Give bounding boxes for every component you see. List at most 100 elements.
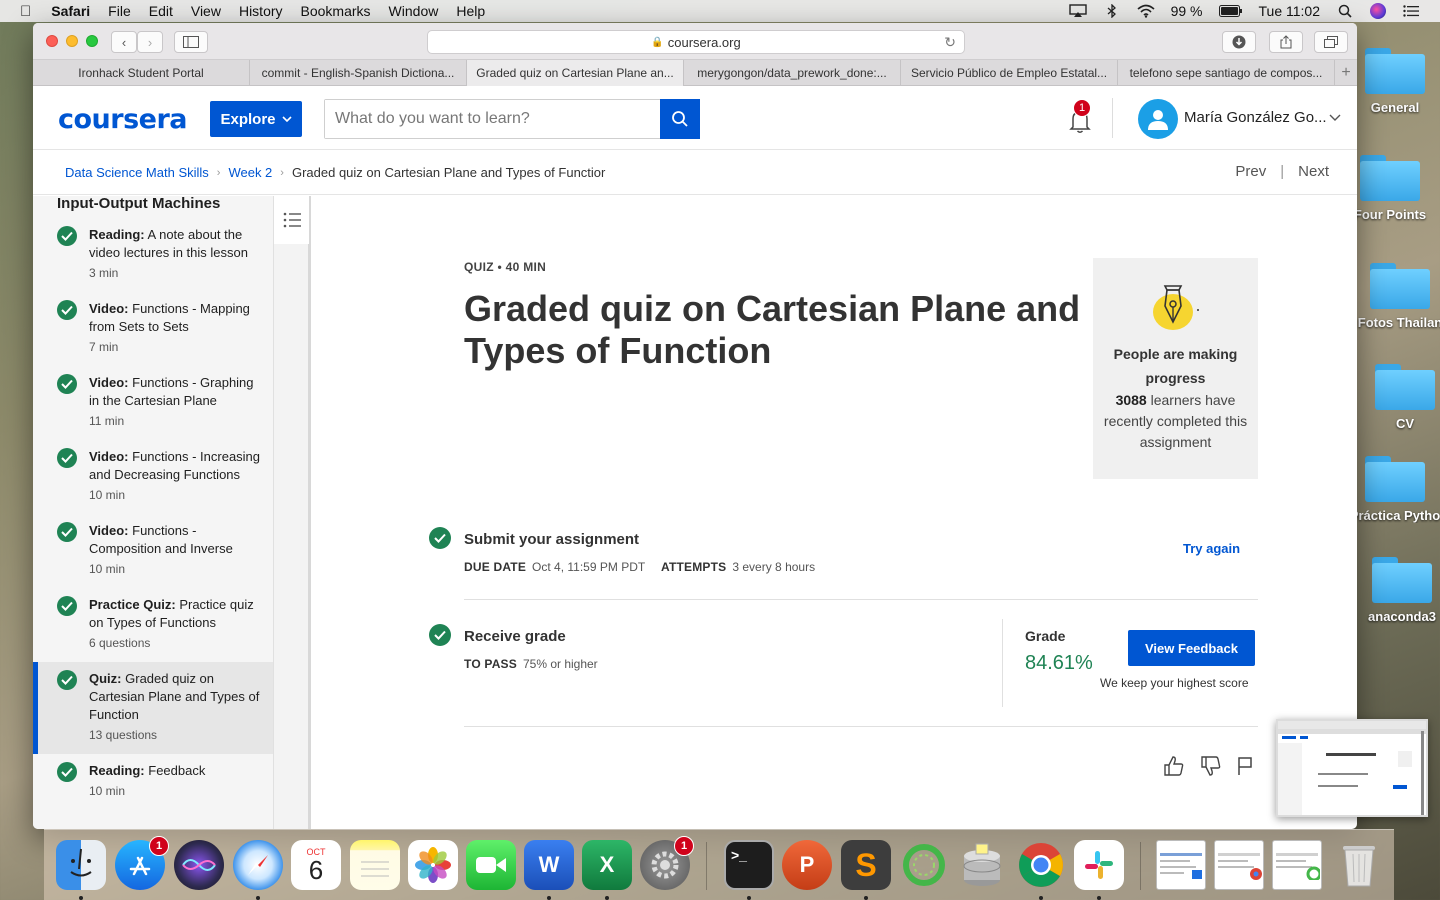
- finder-icon[interactable]: [56, 840, 106, 890]
- menu-app-name[interactable]: Safari: [51, 3, 90, 19]
- sidebar-item[interactable]: Reading: Feedback 10 min: [33, 754, 273, 810]
- menu-clock[interactable]: Tue 11:02: [1259, 3, 1321, 19]
- completed-check-icon: [57, 374, 77, 394]
- close-window-button[interactable]: [46, 35, 58, 47]
- sidebar-item[interactable]: Reading: A note about the video lectures…: [33, 218, 273, 292]
- menu-edit[interactable]: Edit: [149, 3, 173, 19]
- desktop-folder-fotos-thailan[interactable]: Fotos Thailan: [1350, 263, 1440, 330]
- forward-button[interactable]: ›: [137, 31, 163, 53]
- menu-bookmarks[interactable]: Bookmarks: [301, 3, 371, 19]
- disk-utility-icon[interactable]: [957, 840, 1007, 890]
- notification-center-icon[interactable]: [1402, 4, 1420, 18]
- powerpoint-icon[interactable]: P: [782, 840, 832, 890]
- learner-count: 3088: [1115, 392, 1147, 408]
- calendar-icon[interactable]: OCT 6: [291, 840, 341, 890]
- desktop-folder-general[interactable]: General: [1345, 48, 1440, 115]
- coursera-logo[interactable]: coursera: [58, 104, 188, 135]
- nav-divider: |: [1280, 163, 1285, 180]
- recent-document-icon[interactable]: [1214, 840, 1264, 890]
- sublime-text-icon[interactable]: S: [841, 840, 891, 890]
- menu-view[interactable]: View: [191, 3, 221, 19]
- reload-icon[interactable]: ↻: [944, 34, 956, 51]
- sidebar-item[interactable]: Video: Functions - Composition and Inver…: [33, 514, 273, 588]
- notifications-button[interactable]: 1: [1068, 99, 1092, 134]
- terminal-icon[interactable]: >_: [724, 840, 774, 890]
- tab-github[interactable]: merygongon/data_prework_done:...: [684, 60, 901, 86]
- breadcrumb: Data Science Math Skills › Week 2 › Grad…: [65, 165, 605, 180]
- dislike-button[interactable]: [1199, 754, 1223, 778]
- user-name[interactable]: María González Go...: [1184, 109, 1327, 126]
- desktop-folder-cv[interactable]: CV: [1355, 364, 1440, 431]
- sidebar-item[interactable]: Practice Quiz: Practice quiz on Types of…: [33, 588, 273, 662]
- app-store-icon[interactable]: 1: [115, 836, 169, 890]
- breadcrumb-course[interactable]: Data Science Math Skills: [65, 165, 209, 180]
- facetime-icon[interactable]: [466, 840, 516, 890]
- safari-icon[interactable]: [233, 840, 283, 890]
- slack-icon[interactable]: [1074, 840, 1124, 890]
- new-tab-button[interactable]: +: [1335, 60, 1357, 85]
- trash-icon[interactable]: [1334, 840, 1384, 890]
- bluetooth-icon[interactable]: [1103, 4, 1121, 18]
- report-button[interactable]: [1233, 754, 1257, 778]
- desktop-folder-anaconda3[interactable]: anaconda3: [1352, 557, 1440, 624]
- back-button[interactable]: ‹: [111, 31, 137, 53]
- address-bar[interactable]: 🔒 coursera.org ↻: [427, 30, 965, 54]
- system-preferences-icon[interactable]: 1: [640, 836, 694, 890]
- quiz-main: QUIZ • 40 MIN Graded quiz on Cartesian P…: [315, 196, 1357, 829]
- menu-window[interactable]: Window: [389, 3, 439, 19]
- desktop-folder-practica-python[interactable]: Práctica Pytho: [1345, 456, 1440, 523]
- battery-icon[interactable]: [1218, 4, 1243, 18]
- menu-help[interactable]: Help: [456, 3, 485, 19]
- sidebar-item-meta: 6 questions: [89, 636, 151, 650]
- chrome-icon[interactable]: [1016, 840, 1066, 890]
- screenshot-preview-thumbnail[interactable]: [1276, 719, 1428, 817]
- apple-menu-icon[interactable]: : [20, 3, 31, 20]
- airplay-icon[interactable]: [1068, 4, 1087, 18]
- sidebar-item-active[interactable]: Quiz: Graded quiz on Cartesian Plane and…: [33, 662, 273, 754]
- wifi-icon[interactable]: [1137, 4, 1155, 18]
- chevron-down-icon[interactable]: [1329, 110, 1341, 124]
- search-input[interactable]: [325, 100, 655, 138]
- view-feedback-button[interactable]: View Feedback: [1128, 630, 1255, 666]
- zoom-window-button[interactable]: [86, 35, 98, 47]
- sidebar-section-title: Input-Output Machines: [57, 196, 221, 212]
- breadcrumb-week[interactable]: Week 2: [228, 165, 272, 180]
- recent-document-icon[interactable]: [1272, 840, 1322, 890]
- sidebar-item[interactable]: Video: Functions - Graphing in the Carte…: [33, 366, 273, 440]
- plus-icon: +: [1341, 63, 1351, 81]
- tab-coursera-quiz[interactable]: Graded quiz on Cartesian Plane an...: [467, 60, 684, 86]
- sidebar-toggle-button[interactable]: [174, 31, 208, 53]
- tab-dictionary[interactable]: commit - English-Spanish Dictiona...: [250, 60, 467, 86]
- notes-icon[interactable]: [350, 840, 400, 890]
- word-icon[interactable]: W: [524, 840, 574, 890]
- outline-toggle-button[interactable]: [274, 196, 309, 244]
- sidebar-item[interactable]: Video: Functions - Increasing and Decrea…: [33, 440, 273, 514]
- share-button[interactable]: [1269, 31, 1303, 53]
- sidebar-item[interactable]: Video: Functions - Mapping from Sets to …: [33, 292, 273, 366]
- menu-history[interactable]: History: [239, 3, 283, 19]
- explore-button[interactable]: Explore: [210, 101, 302, 137]
- siri-icon[interactable]: [1370, 3, 1386, 19]
- anaconda-navigator-icon[interactable]: [899, 840, 949, 890]
- running-indicator: [864, 896, 868, 900]
- search-button[interactable]: [660, 99, 700, 139]
- running-indicator: [1097, 896, 1101, 900]
- prev-link[interactable]: Prev: [1235, 163, 1266, 180]
- tab-ironhack[interactable]: Ironhack Student Portal: [33, 60, 250, 86]
- show-tabs-button[interactable]: [1314, 31, 1348, 53]
- menu-file[interactable]: File: [108, 3, 131, 19]
- siri-icon[interactable]: [174, 840, 224, 890]
- spotlight-search-icon[interactable]: [1336, 4, 1354, 18]
- recent-document-icon[interactable]: [1156, 840, 1206, 890]
- minimize-window-button[interactable]: [66, 35, 78, 47]
- photos-icon[interactable]: [408, 840, 458, 890]
- tab-sepe[interactable]: Servicio Público de Empleo Estatal...: [901, 60, 1118, 86]
- next-link[interactable]: Next: [1298, 163, 1329, 180]
- like-button[interactable]: [1162, 754, 1186, 778]
- downloads-button[interactable]: [1222, 31, 1256, 53]
- completed-check-icon: [57, 300, 77, 320]
- tab-telefono-sepe[interactable]: telefono sepe santiago de compos...: [1118, 60, 1335, 86]
- try-again-link[interactable]: Try again: [1183, 541, 1240, 556]
- user-avatar[interactable]: [1138, 99, 1178, 139]
- excel-icon[interactable]: X: [582, 840, 632, 890]
